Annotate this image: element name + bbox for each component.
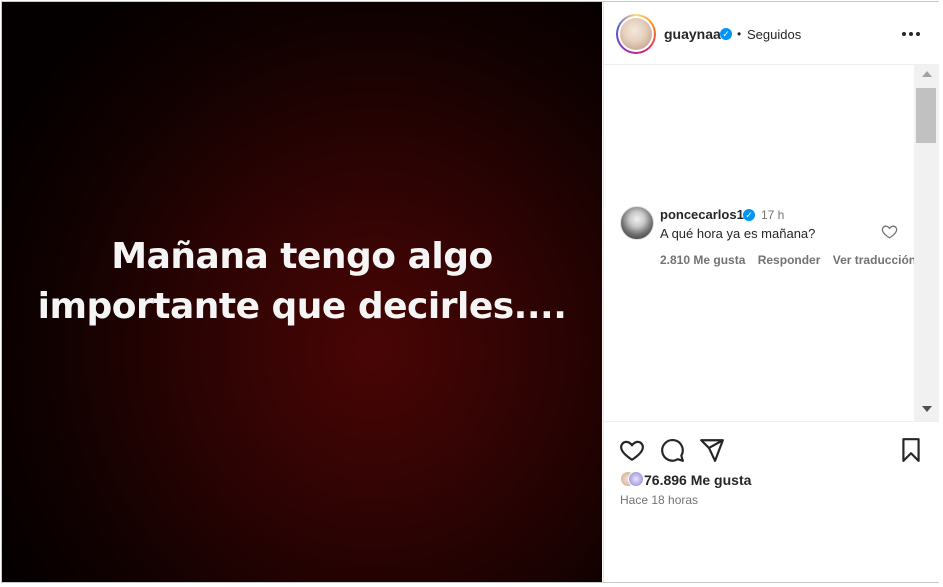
author-username[interactable]: guaynaa <box>664 26 721 42</box>
comment-time[interactable]: 17 h <box>761 208 784 222</box>
post-image-text-line1: Mañana tengo algo <box>111 236 493 277</box>
post-header: guaynaa ✓ • Seguidos <box>604 2 939 65</box>
verified-badge-icon: ✓ <box>720 28 732 40</box>
post-image-text: Mañana tengo algo importante que decirle… <box>2 232 602 332</box>
comments-scrollbar[interactable] <box>914 65 939 421</box>
comment-text: A qué hora ya es mañana? <box>660 226 816 241</box>
liker-avatar <box>628 471 644 487</box>
comment-icon[interactable] <box>659 437 685 463</box>
comment-meta: 2.810 Me gusta Responder Ver traducción <box>660 253 925 267</box>
post-side-panel: guaynaa ✓ • Seguidos poncecarlos1 ✓ 17 h… <box>603 2 939 582</box>
post-image-text-line2: importante que decirles.... <box>37 286 567 327</box>
bookmark-icon[interactable] <box>898 437 924 463</box>
header-separator: • <box>737 27 742 41</box>
scrollbar-thumb[interactable] <box>916 88 936 143</box>
likes-count[interactable]: 76.896 Me gusta <box>644 472 751 488</box>
post-timestamp[interactable]: Hace 18 horas <box>620 493 698 507</box>
comment-verified-badge-icon: ✓ <box>743 209 755 221</box>
more-options-icon[interactable] <box>900 24 922 44</box>
scroll-up-arrow-icon[interactable] <box>922 71 932 77</box>
scroll-down-arrow-icon[interactable] <box>922 406 932 412</box>
follow-status-button[interactable]: Seguidos <box>747 27 801 42</box>
comment-username[interactable]: poncecarlos1 <box>660 207 744 222</box>
author-avatar[interactable] <box>616 14 656 54</box>
post-image[interactable]: Mañana tengo algo importante que decirle… <box>2 2 602 582</box>
comment-reply-button[interactable]: Responder <box>758 253 821 267</box>
comments-list[interactable]: poncecarlos1 ✓ 17 h A qué hora ya es mañ… <box>604 65 939 422</box>
more-horizontal-icon <box>902 32 920 36</box>
comment-likes[interactable]: 2.810 Me gusta <box>660 253 745 267</box>
post-actions <box>604 432 939 464</box>
comment-translate-button[interactable]: Ver traducción <box>833 253 916 267</box>
send-icon[interactable] <box>699 437 725 463</box>
comment-like-heart-icon[interactable] <box>881 223 898 240</box>
avatar-picture <box>620 18 652 50</box>
comment-avatar[interactable] <box>620 206 654 240</box>
heart-icon[interactable] <box>619 437 645 463</box>
